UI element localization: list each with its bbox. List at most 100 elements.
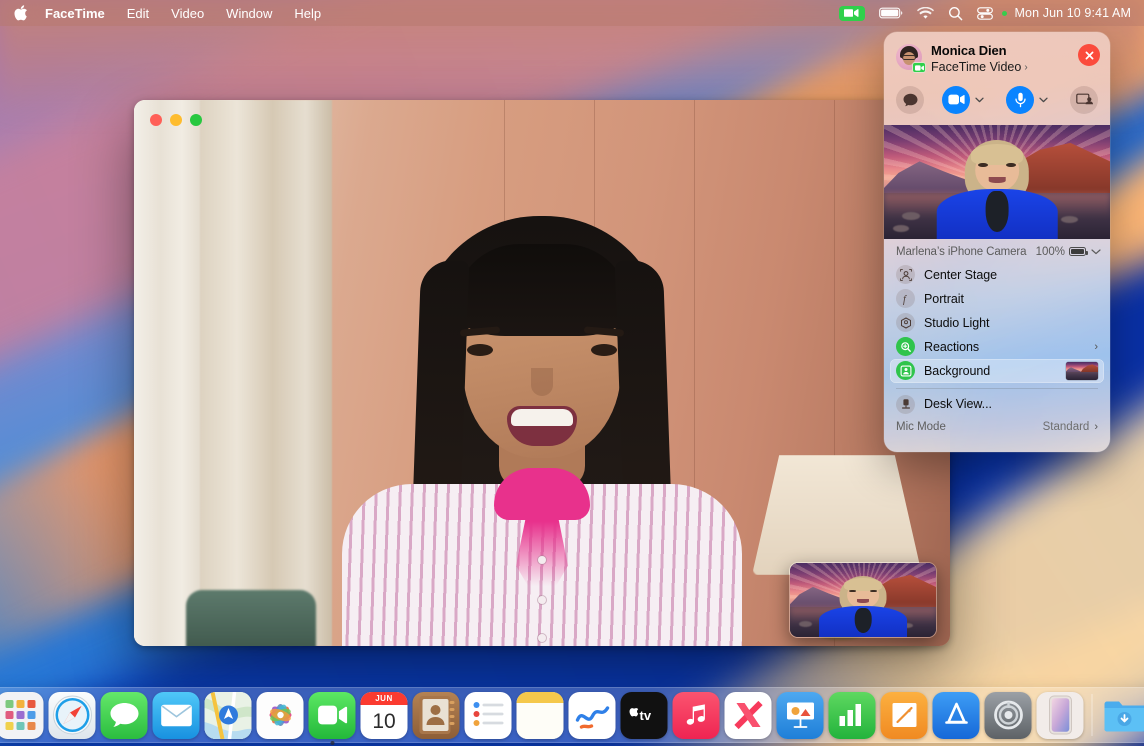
search-icon[interactable] bbox=[941, 0, 970, 26]
effect-row-reactions[interactable]: Reactions › bbox=[890, 335, 1104, 359]
camera-preview[interactable] bbox=[884, 125, 1110, 239]
dock-item-calendar[interactable]: JUN 10 bbox=[361, 692, 408, 739]
menu-bar-clock[interactable]: Mon Jun 10 9:41 AM bbox=[1007, 6, 1135, 20]
menu-item-window[interactable]: Window bbox=[215, 0, 283, 26]
reactions-icon bbox=[896, 337, 915, 356]
menu-divider bbox=[896, 388, 1098, 389]
background-thumbnail[interactable] bbox=[1066, 362, 1098, 380]
dock-item-pages[interactable] bbox=[881, 692, 928, 739]
menu-item-help[interactable]: Help bbox=[283, 0, 332, 26]
close-window-button[interactable] bbox=[150, 114, 162, 126]
background-icon bbox=[896, 361, 915, 380]
battery-icon[interactable] bbox=[872, 0, 910, 26]
screen-share-icon bbox=[1076, 93, 1093, 106]
camera-active-icon[interactable] bbox=[832, 0, 872, 26]
microphone-toggle-button[interactable] bbox=[1006, 86, 1034, 114]
chevron-right-icon[interactable]: › bbox=[1094, 341, 1098, 353]
center-stage-icon bbox=[896, 265, 915, 284]
preview-person bbox=[945, 136, 1049, 239]
dock-item-photos[interactable] bbox=[257, 692, 304, 739]
calendar-month: JUN bbox=[361, 692, 408, 705]
minimize-window-button[interactable] bbox=[170, 114, 182, 126]
self-view-pip[interactable] bbox=[789, 562, 937, 638]
chevron-right-icon: › bbox=[1024, 61, 1027, 74]
dock-item-keynote[interactable] bbox=[777, 692, 824, 739]
device-chevron-down-icon[interactable] bbox=[1091, 249, 1101, 255]
dock-item-messages[interactable] bbox=[101, 692, 148, 739]
chevron-down-icon bbox=[975, 97, 984, 103]
dock-item-mail[interactable] bbox=[153, 692, 200, 739]
studio-light-icon bbox=[896, 313, 915, 332]
apple-menu-icon[interactable] bbox=[8, 0, 34, 26]
microphone-icon bbox=[1015, 92, 1026, 108]
dock-item-contacts[interactable] bbox=[413, 692, 460, 739]
dock-item-maps[interactable] bbox=[205, 692, 252, 739]
desk-view-icon bbox=[896, 395, 915, 414]
calendar-day: 10 bbox=[372, 705, 395, 739]
effect-label: Studio Light bbox=[924, 316, 1098, 330]
call-type-label: FaceTime Video bbox=[931, 59, 1021, 75]
desk-view-row[interactable]: Desk View... bbox=[890, 392, 1104, 416]
messages-button[interactable] bbox=[896, 86, 924, 114]
effect-row-center-stage[interactable]: Center Stage bbox=[890, 263, 1104, 287]
menu-item-edit[interactable]: Edit bbox=[116, 0, 160, 26]
menu-item-facetime[interactable]: FaceTime bbox=[34, 0, 116, 26]
mic-mode-row[interactable]: Mic Mode Standard › bbox=[884, 416, 1110, 441]
facetime-badge-icon bbox=[912, 62, 926, 73]
effect-label: Center Stage bbox=[924, 268, 1098, 282]
portrait-icon: f bbox=[896, 289, 915, 308]
dock-item-news[interactable] bbox=[725, 692, 772, 739]
effect-row-studio-light[interactable]: Studio Light bbox=[890, 311, 1104, 335]
svg-text:tv: tv bbox=[639, 708, 651, 723]
menu-bar: FaceTime Edit Video Window Help bbox=[0, 0, 1144, 26]
caller-person bbox=[332, 216, 752, 646]
window-traffic-lights[interactable] bbox=[150, 114, 202, 126]
dock-item-facetime[interactable] bbox=[309, 692, 356, 739]
dock: JUN 10 bbox=[0, 687, 1144, 743]
video-camera-icon bbox=[948, 94, 965, 105]
dock-divider bbox=[1092, 694, 1093, 736]
dock-item-numbers[interactable] bbox=[829, 692, 876, 739]
mic-mode-value: Standard bbox=[1043, 421, 1090, 433]
dock-item-reminders[interactable] bbox=[465, 692, 512, 739]
speech-bubble-icon bbox=[903, 93, 918, 107]
effect-row-portrait[interactable]: f Portrait bbox=[890, 287, 1104, 311]
share-screen-button[interactable] bbox=[1070, 86, 1098, 114]
effect-row-background[interactable]: Background bbox=[890, 359, 1104, 383]
panel-toolbar bbox=[884, 76, 1110, 125]
dock-item-launchpad[interactable] bbox=[0, 692, 44, 739]
menu-item-video[interactable]: Video bbox=[160, 0, 215, 26]
control-center-icon[interactable] bbox=[970, 0, 1000, 26]
desk-view-label: Desk View... bbox=[924, 397, 1098, 411]
panel-header: Monica Dien FaceTime Video › bbox=[884, 32, 1110, 76]
chevron-right-icon[interactable]: › bbox=[1094, 421, 1098, 433]
dock-item-safari[interactable] bbox=[49, 692, 96, 739]
end-call-button[interactable] bbox=[1078, 44, 1100, 66]
dock-item-apple-tv[interactable]: tv bbox=[621, 692, 668, 739]
effect-label: Portrait bbox=[924, 292, 1098, 306]
dock-item-notes[interactable] bbox=[517, 692, 564, 739]
dock-item-app-store[interactable] bbox=[933, 692, 980, 739]
mic-options-chevron[interactable] bbox=[1034, 97, 1052, 103]
chevron-down-icon bbox=[1039, 97, 1048, 103]
facetime-control-panel[interactable]: Monica Dien FaceTime Video › bbox=[884, 32, 1110, 452]
battery-percent: 100% bbox=[1036, 246, 1065, 258]
wifi-icon[interactable] bbox=[910, 0, 941, 26]
video-toggle-button[interactable] bbox=[942, 86, 970, 114]
dock-item-iphone-mirroring[interactable] bbox=[1037, 692, 1084, 739]
effect-label: Background bbox=[924, 364, 1066, 378]
dock-item-downloads-folder[interactable] bbox=[1101, 692, 1144, 739]
call-type-row[interactable]: FaceTime Video › bbox=[931, 59, 1078, 75]
self-view-person bbox=[825, 573, 901, 637]
svg-text:f: f bbox=[903, 294, 907, 305]
dock-item-music[interactable] bbox=[673, 692, 720, 739]
zoom-window-button[interactable] bbox=[190, 114, 202, 126]
effect-label: Reactions bbox=[924, 340, 1094, 354]
dock-item-freeform[interactable] bbox=[569, 692, 616, 739]
camera-device-row[interactable]: Marlena’s iPhone Camera 100% bbox=[884, 239, 1110, 263]
battery-icon bbox=[1069, 247, 1086, 256]
dock-item-system-settings[interactable] bbox=[985, 692, 1032, 739]
video-options-chevron[interactable] bbox=[970, 97, 988, 103]
contact-name: Monica Dien bbox=[931, 43, 1078, 59]
mic-mode-label: Mic Mode bbox=[896, 421, 1043, 433]
